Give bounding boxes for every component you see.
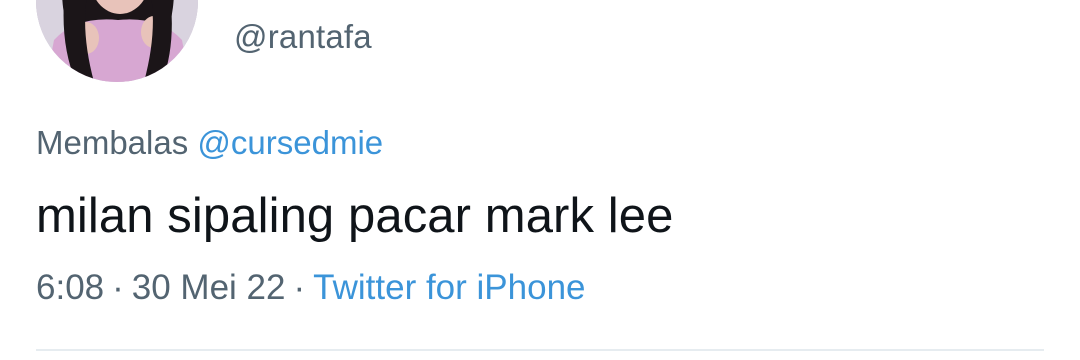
divider [36, 349, 1044, 351]
tweet-source-link[interactable]: Twitter for iPhone [313, 268, 585, 307]
profile-photo-icon [36, 0, 198, 82]
reply-target-link[interactable]: @cursedmie [197, 124, 383, 161]
tweet-detail: @rantafa Membalas @cursedmie milan sipal… [0, 0, 1080, 360]
meta-separator-1: · [112, 268, 124, 307]
tweet-time[interactable]: 6:08 [36, 268, 104, 307]
author-handle[interactable]: @rantafa [234, 18, 372, 56]
reply-prefix: Membalas [36, 124, 189, 161]
tweet-text: milan sipaling pacar mark lee [36, 189, 674, 243]
tweet-date[interactable]: 30 Mei 22 [132, 268, 286, 307]
meta-separator-2: · [293, 268, 306, 307]
avatar[interactable] [36, 0, 198, 82]
reply-context: Membalas @cursedmie [36, 124, 383, 162]
tweet-meta: 6:08 · 30 Mei 22 · Twitter for iPhone [36, 268, 586, 308]
